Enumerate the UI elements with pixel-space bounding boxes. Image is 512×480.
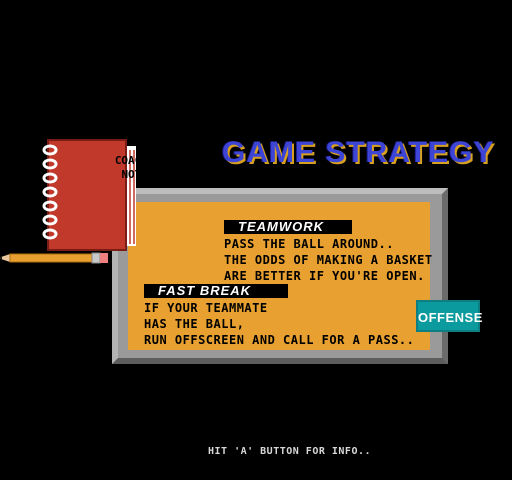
fast-break-text: IF YOUR TEAMMATE HAS THE BALL, RUN OFFSC… bbox=[144, 300, 414, 348]
offense-button[interactable]: OFFENSE bbox=[416, 300, 482, 332]
fast-break-line: HAS THE BALL, bbox=[144, 317, 245, 331]
coach-notebook-icon: COACH'S NOTES bbox=[0, 139, 184, 264]
section-header-fast-break: FAST BREAK bbox=[144, 284, 288, 298]
hint-text: HIT 'A' BUTTON FOR INFO.. bbox=[208, 446, 372, 457]
section-header-teamwork: TEAMWORK bbox=[224, 220, 352, 234]
page-title: GAME STRATEGY bbox=[222, 136, 495, 169]
teamwork-text: PASS THE BALL AROUND.. THE ODDS OF MAKIN… bbox=[224, 236, 433, 284]
teamwork-line: PASS THE BALL AROUND.. bbox=[224, 237, 394, 251]
notebook-label-line1: COACH'S bbox=[114, 154, 162, 167]
fast-break-line: RUN OFFSCREEN AND CALL FOR A PASS.. bbox=[144, 333, 415, 347]
fast-break-line: IF YOUR TEAMMATE bbox=[144, 301, 268, 315]
notebook-label: COACH'S NOTES bbox=[108, 154, 168, 182]
teamwork-line: ARE BETTER IF YOU'RE OPEN. bbox=[224, 269, 425, 283]
notebook-label-line2: NOTES bbox=[121, 168, 155, 181]
teamwork-line: THE ODDS OF MAKING A BASKET bbox=[224, 253, 433, 267]
